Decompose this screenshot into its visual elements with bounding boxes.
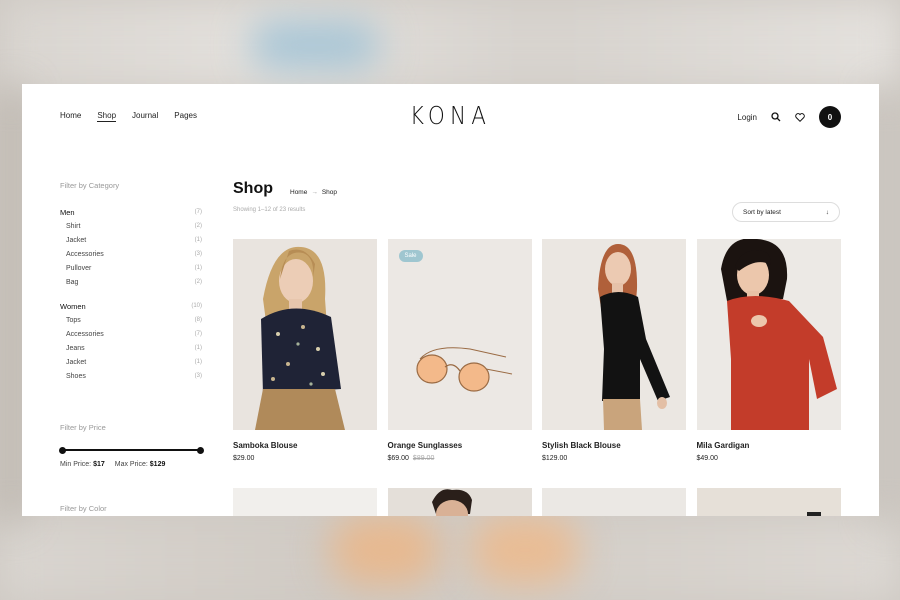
category-label: Jacket <box>66 236 87 244</box>
category-women-shoes[interactable]: Shoes (3) <box>60 369 202 383</box>
product-name[interactable]: Orange Sunglasses <box>388 441 532 450</box>
product-grid: Samboka Blouse $29.00 Sale Orange Sungla… <box>233 239 841 462</box>
shop-page: Home Shop Journal Pages KONA Login 0 Fil… <box>22 84 879 516</box>
product-grid-row-2 <box>233 488 841 516</box>
min-price-value: $17 <box>93 461 105 468</box>
product-card[interactable]: Sale Orange Sunglasses $69.00 $89.00 <box>387 239 532 462</box>
product-image[interactable] <box>233 488 377 516</box>
product-price: $129.00 <box>542 455 686 462</box>
product-price: $49.00 <box>697 455 841 462</box>
arrow-down-icon: ↓ <box>825 208 829 216</box>
product-name[interactable]: Samboka Blouse <box>233 441 377 450</box>
category-women-jacket[interactable]: Jacket (1) <box>60 355 202 369</box>
breadcrumb-arrow-icon: → <box>311 189 318 196</box>
filter-category-title: Filter by Category <box>60 181 120 190</box>
category-count: (3) <box>194 251 202 257</box>
header-tools: Login 0 <box>737 106 841 128</box>
category-label: Bag <box>66 278 79 286</box>
category-label: Jacket <box>66 358 87 366</box>
category-men-jacket[interactable]: Jacket (1) <box>60 233 202 247</box>
login-link[interactable]: Login <box>737 113 757 122</box>
price-range-values: Min Price: $17 Max Price: $129 <box>60 461 165 468</box>
product-name[interactable]: Mila Gardigan <box>697 441 841 450</box>
product-image[interactable] <box>233 239 377 430</box>
category-label: Men <box>60 207 75 217</box>
heart-icon[interactable] <box>795 112 805 122</box>
price-range-slider[interactable] <box>59 446 204 454</box>
category-women-tops[interactable]: Tops (8) <box>60 313 202 327</box>
category-men-bag[interactable]: Bag (2) <box>60 275 202 289</box>
category-women-accessories[interactable]: Accessories (7) <box>60 327 202 341</box>
current-price: $69.00 <box>387 455 409 462</box>
category-label: Women <box>60 301 86 311</box>
product-card[interactable]: Samboka Blouse $29.00 <box>233 239 377 462</box>
sale-badge: Sale <box>398 250 423 262</box>
breadcrumb-shop: Shop <box>321 189 338 196</box>
product-card[interactable]: Mila Gardigan $49.00 <box>696 239 841 462</box>
current-price: $129.00 <box>542 455 568 462</box>
filter-sidebar: Filter by Category Men (7) Shirt (2) Jack… <box>60 181 202 383</box>
page-title: Shop <box>233 180 273 197</box>
filter-price-title: Filter by Price <box>60 423 106 432</box>
category-label: Jeans <box>66 344 85 352</box>
category-count: (1) <box>194 237 202 243</box>
category-count: (1) <box>194 265 202 271</box>
product-image[interactable] <box>542 488 686 516</box>
category-count: (2) <box>194 223 202 229</box>
category-count: (1) <box>194 359 202 365</box>
category-label: Tops <box>66 316 81 324</box>
result-count: Showing 1–12 of 23 results <box>233 207 306 213</box>
category-count: (7) <box>194 209 202 215</box>
nav-home[interactable]: Home <box>60 111 81 122</box>
category-label: Accessories <box>66 250 104 258</box>
cart-button[interactable]: 0 <box>819 106 841 128</box>
category-count: (3) <box>194 373 202 379</box>
category-count: (2) <box>194 279 202 285</box>
category-men[interactable]: Men (7) <box>60 205 202 219</box>
filter-color-title: Filter by Color <box>60 504 107 513</box>
old-price: $89.00 <box>412 455 435 462</box>
current-price: $49.00 <box>696 455 718 462</box>
current-price: $29.00 <box>233 455 255 462</box>
category-women-jeans[interactable]: Jeans (1) <box>60 341 202 355</box>
category-count: (10) <box>191 303 202 309</box>
brand-logo[interactable]: KONA <box>82 101 819 130</box>
product-image[interactable] <box>696 488 841 516</box>
category-men-pullover[interactable]: Pullover (1) <box>60 261 202 275</box>
search-icon[interactable] <box>771 112 781 122</box>
max-price-label: Max Price: <box>114 461 148 468</box>
product-image[interactable] <box>387 488 532 516</box>
category-count: (8) <box>194 317 202 323</box>
category-label: Accessories <box>66 330 104 338</box>
category-men-shirt[interactable]: Shirt (2) <box>60 219 202 233</box>
category-label: Shirt <box>66 222 81 230</box>
category-count: (1) <box>194 345 202 351</box>
product-image[interactable]: Sale <box>387 239 532 430</box>
sort-selected-value: Sort by latest <box>743 208 781 216</box>
min-price-handle[interactable] <box>59 446 66 454</box>
sort-select[interactable]: Sort by latest ↓ <box>732 202 840 222</box>
max-price-handle[interactable] <box>197 446 204 454</box>
category-count: (7) <box>194 331 202 337</box>
category-women[interactable]: Women (10) <box>60 299 202 313</box>
breadcrumb: Home → Shop <box>290 189 337 196</box>
breadcrumb-home[interactable]: Home <box>290 189 307 196</box>
category-label: Pullover <box>66 264 92 272</box>
min-price-label: Min Price: <box>60 461 92 468</box>
product-image[interactable] <box>542 239 686 430</box>
product-price: $29.00 <box>233 455 377 462</box>
product-price: $69.00 $89.00 <box>388 455 532 462</box>
product-card[interactable]: Stylish Black Blouse $129.00 <box>542 239 686 462</box>
category-label: Shoes <box>66 372 86 380</box>
product-image[interactable] <box>696 239 841 430</box>
max-price-value: $129 <box>149 461 166 468</box>
product-name[interactable]: Stylish Black Blouse <box>542 441 686 450</box>
category-men-accessories[interactable]: Accessories (3) <box>60 247 202 261</box>
